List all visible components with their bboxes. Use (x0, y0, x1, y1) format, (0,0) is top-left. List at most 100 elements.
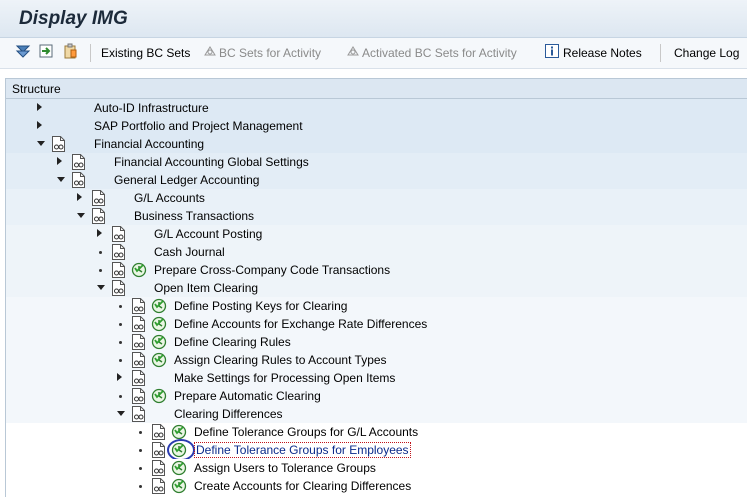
documentation-icon[interactable] (131, 406, 146, 422)
tree-node-label[interactable]: Financial Accounting (94, 137, 204, 151)
expand-arrow-icon[interactable] (37, 103, 42, 111)
documentation-icon[interactable] (131, 334, 146, 350)
tree-node[interactable]: Open Item Clearing (6, 279, 747, 298)
tree-node[interactable]: Assign Clearing Rules to Account Types (6, 351, 747, 370)
tree-node-label[interactable]: Assign Users to Tolerance Groups (194, 461, 376, 475)
clipboard-icon[interactable] (62, 43, 78, 59)
execute-activity-icon[interactable] (151, 334, 167, 350)
documentation-icon[interactable] (91, 208, 106, 224)
expand-arrow-icon[interactable] (117, 373, 122, 381)
expand-arrow-icon[interactable] (37, 121, 42, 129)
tree-node[interactable]: Assign Users to Tolerance Groups (6, 459, 747, 478)
tree-node-label[interactable]: Define Accounts for Exchange Rate Differ… (174, 317, 427, 331)
structure-header-label: Structure (12, 82, 61, 96)
tree-node-label[interactable]: General Ledger Accounting (114, 173, 259, 187)
documentation-icon[interactable] (151, 460, 166, 476)
existing-bc-sets-button[interactable]: Existing BC Sets (101, 46, 190, 60)
filter-icon[interactable] (15, 43, 31, 59)
execute-activity-icon[interactable] (151, 316, 167, 332)
documentation-icon[interactable] (151, 442, 166, 458)
toolbar: Existing BC Sets BC Sets for Activity Ac… (0, 38, 747, 69)
documentation-icon[interactable] (71, 172, 86, 188)
documentation-icon[interactable] (111, 244, 126, 260)
expand-arrow-icon[interactable] (77, 193, 82, 201)
tree-node-label[interactable]: Financial Accounting Global Settings (114, 155, 309, 169)
tree-node[interactable]: Financial Accounting (6, 135, 747, 154)
tree-node-label[interactable]: Prepare Automatic Clearing (174, 389, 321, 403)
tree-node-label[interactable]: Define Posting Keys for Clearing (174, 299, 347, 313)
activated-bc-sets-button[interactable]: Activated BC Sets for Activity (362, 46, 517, 60)
collapse-arrow-icon[interactable] (97, 285, 105, 290)
tree-node-label[interactable]: Define Tolerance Groups for Employees (194, 442, 411, 458)
tree-node-label[interactable]: Make Settings for Processing Open Items (174, 371, 395, 385)
tree-node[interactable]: Clearing Differences (6, 405, 747, 424)
tree-node[interactable]: Define Clearing Rules (6, 333, 747, 352)
documentation-icon[interactable] (91, 190, 106, 206)
leaf-bullet (99, 251, 102, 254)
documentation-icon[interactable] (151, 478, 166, 494)
documentation-icon[interactable] (71, 154, 86, 170)
execute-activity-icon[interactable] (171, 460, 187, 476)
tree-node[interactable]: Cash Journal (6, 243, 747, 262)
toolbar-separator (660, 44, 661, 62)
expand-arrow-icon[interactable] (97, 229, 102, 237)
collapse-arrow-icon[interactable] (77, 213, 85, 218)
documentation-icon[interactable] (111, 226, 126, 242)
collapse-arrow-icon[interactable] (57, 177, 65, 182)
tree-node[interactable]: Financial Accounting Global Settings (6, 153, 747, 172)
expand-arrow-icon[interactable] (57, 157, 62, 165)
execute-activity-icon[interactable] (131, 262, 147, 278)
tree-node[interactable]: Auto-ID Infrastructure (6, 99, 747, 118)
tree-node-label[interactable]: Create Accounts for Clearing Differences (194, 479, 411, 493)
leaf-bullet (139, 449, 142, 452)
execute-activity-icon[interactable] (151, 298, 167, 314)
change-log-button[interactable]: Change Log (674, 46, 739, 60)
documentation-icon[interactable] (51, 136, 66, 152)
transport-icon[interactable] (38, 43, 54, 59)
documentation-icon[interactable] (151, 424, 166, 440)
leaf-bullet (119, 341, 122, 344)
collapse-arrow-icon[interactable] (117, 411, 125, 416)
documentation-icon[interactable] (131, 388, 146, 404)
documentation-icon[interactable] (131, 298, 146, 314)
execute-activity-icon[interactable] (171, 424, 187, 440)
execute-activity-icon[interactable] (151, 388, 167, 404)
tree-node-label[interactable]: G/L Accounts (134, 191, 205, 205)
tree-node-label[interactable]: Clearing Differences (174, 407, 283, 421)
tree-node-label[interactable]: Define Clearing Rules (174, 335, 291, 349)
tree-node[interactable]: Define Tolerance Groups for Employees (6, 439, 747, 461)
tree-node[interactable]: Business Transactions (6, 207, 747, 226)
tree-node[interactable]: Prepare Automatic Clearing (6, 387, 747, 406)
documentation-icon[interactable] (111, 280, 126, 296)
tree-node[interactable]: Define Accounts for Exchange Rate Differ… (6, 315, 747, 334)
execute-activity-icon[interactable] (171, 478, 187, 494)
tree-node[interactable]: SAP Portfolio and Project Management (6, 117, 747, 136)
tree-node-label[interactable]: SAP Portfolio and Project Management (94, 119, 303, 133)
tree-node-label[interactable]: Open Item Clearing (154, 281, 258, 295)
leaf-bullet (99, 269, 102, 272)
tree-node-label[interactable]: G/L Account Posting (154, 227, 262, 241)
tree-node-label[interactable]: Assign Clearing Rules to Account Types (174, 353, 387, 367)
tree-node-label[interactable]: Business Transactions (134, 209, 254, 223)
tree-node[interactable]: G/L Account Posting (6, 225, 747, 244)
documentation-icon[interactable] (111, 262, 126, 278)
documentation-icon[interactable] (131, 352, 146, 368)
collapse-arrow-icon[interactable] (37, 141, 45, 146)
tree-node[interactable]: G/L Accounts (6, 189, 747, 208)
tree-node-label[interactable]: Cash Journal (154, 245, 225, 259)
tree-node-label[interactable]: Auto-ID Infrastructure (94, 101, 209, 115)
tree-node[interactable]: Create Accounts for Clearing Differences (6, 477, 747, 496)
tree-node-label[interactable]: Prepare Cross-Company Code Transactions (154, 263, 390, 277)
tree-node-label[interactable]: Define Tolerance Groups for G/L Accounts (194, 425, 418, 439)
execute-activity-icon[interactable] (151, 352, 167, 368)
tree-node[interactable]: Define Tolerance Groups for G/L Accounts (6, 423, 747, 442)
tree-node[interactable]: Prepare Cross-Company Code Transactions (6, 261, 747, 280)
documentation-icon[interactable] (131, 370, 146, 386)
tree-node[interactable]: Make Settings for Processing Open Items (6, 369, 747, 388)
tree-node[interactable]: General Ledger Accounting (6, 171, 747, 190)
tree-node[interactable]: Define Posting Keys for Clearing (6, 297, 747, 316)
leaf-bullet (119, 395, 122, 398)
bc-sets-for-activity-button[interactable]: BC Sets for Activity (219, 46, 321, 60)
documentation-icon[interactable] (131, 316, 146, 332)
release-notes-button[interactable]: Release Notes (563, 46, 642, 60)
